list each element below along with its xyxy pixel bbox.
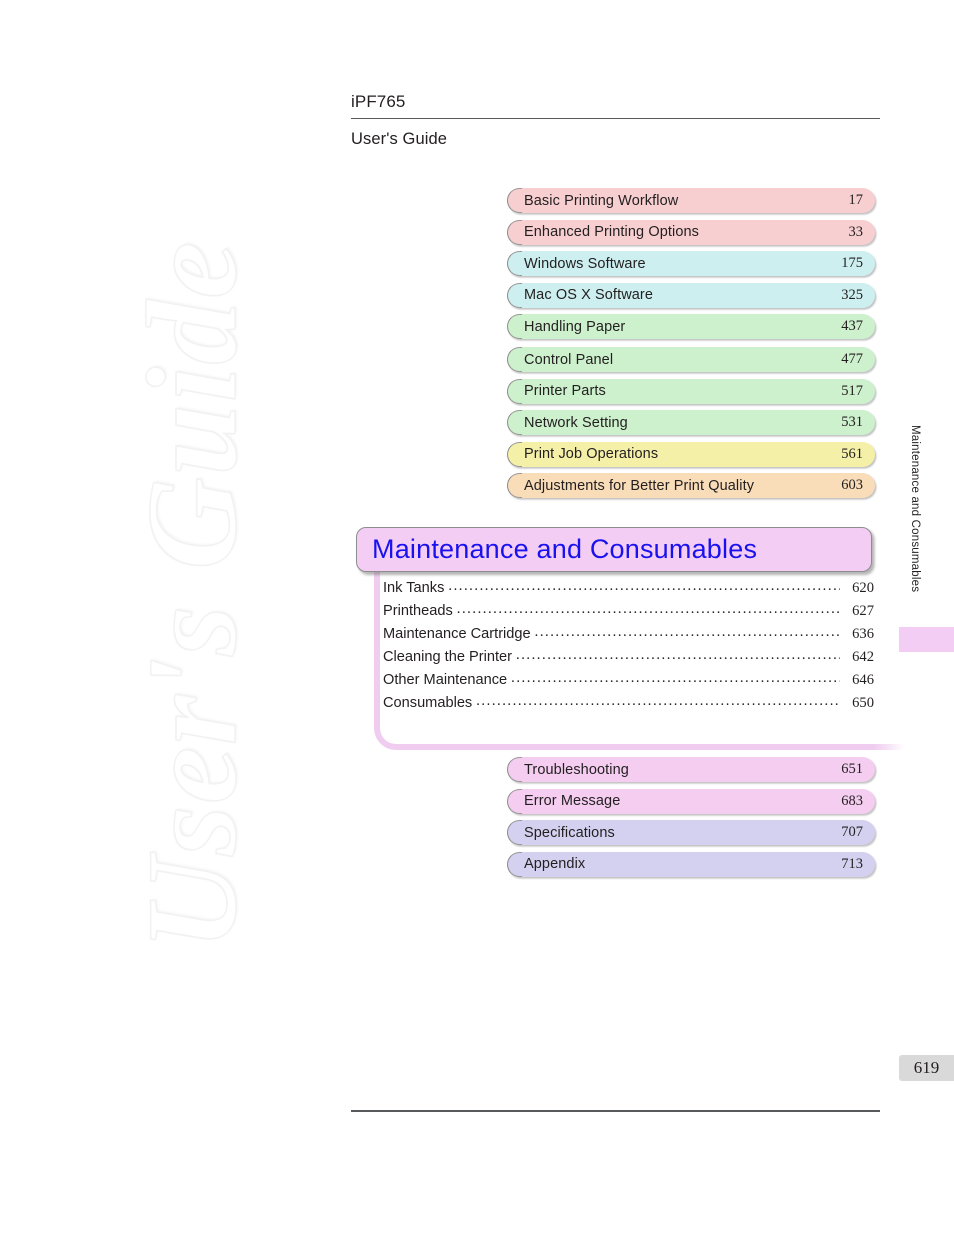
chapter-bar[interactable]: Print Job Operations 561 bbox=[507, 441, 875, 467]
chapter-group-middle: Control Panel 477 Printer Parts 517 Network … bbox=[507, 347, 875, 505]
side-tab: Maintenance and Consumables bbox=[902, 425, 928, 625]
toc-entry-page-number: 627 bbox=[852, 603, 874, 619]
chapter-bar-label: Enhanced Printing Options bbox=[524, 224, 699, 241]
chapter-bar-page-number: 437 bbox=[841, 318, 863, 335]
chapter-bar-label: Printer Parts bbox=[524, 383, 606, 400]
chapter-bar[interactable]: Troubleshooting 651 bbox=[507, 757, 875, 782]
side-tab-marker bbox=[899, 627, 954, 652]
chapter-bar-page-number: 477 bbox=[841, 351, 863, 367]
chapter-bar-label: Adjustments for Better Print Quality bbox=[524, 477, 755, 494]
chapter-bar-label: Error Message bbox=[524, 793, 621, 810]
chapter-bar-label: Print Job Operations bbox=[524, 446, 659, 463]
toc-entry-name: Ink Tanks bbox=[383, 580, 445, 596]
toc-entry[interactable]: Printheads..............................… bbox=[383, 601, 874, 626]
chapter-bar[interactable]: Windows Software 175 bbox=[507, 251, 875, 277]
chapter-bar[interactable]: Printer Parts 517 bbox=[507, 378, 875, 404]
toc-entry-page-number: 636 bbox=[852, 626, 874, 642]
chapter-bar-label: Specifications bbox=[524, 824, 615, 841]
toc-entry-name: Cleaning the Printer bbox=[383, 649, 512, 665]
current-chapter-section: Maintenance and Consumables Ink Tanks...… bbox=[356, 527, 904, 750]
chapter-bar-page-number: 325 bbox=[841, 286, 863, 303]
chapter-bar-page-number: 651 bbox=[841, 761, 863, 777]
chapter-bar-page-number: 713 bbox=[841, 855, 863, 872]
toc-entry-page-number: 642 bbox=[852, 649, 874, 665]
chapter-bar-page-number: 561 bbox=[841, 445, 863, 462]
chapter-bar-label: Control Panel bbox=[524, 351, 614, 368]
toc-dot-leader: ........................................… bbox=[456, 601, 840, 617]
toc-entry[interactable]: Consumables.............................… bbox=[383, 693, 874, 718]
chapter-bar[interactable]: Error Message 683 bbox=[507, 788, 875, 814]
chapter-bar-page-number: 603 bbox=[841, 477, 863, 494]
chapter-bar-page-number: 531 bbox=[841, 414, 863, 431]
toc-dot-leader: ........................................… bbox=[511, 670, 840, 686]
chapter-bar-label: Basic Printing Workflow bbox=[524, 192, 679, 209]
footer-divider bbox=[351, 1110, 880, 1112]
chapter-group-top: Basic Printing Workflow 17 Enhanced Printi… bbox=[507, 188, 875, 346]
chapter-bar-page-number: 517 bbox=[841, 382, 863, 399]
chapter-bar-label: Windows Software bbox=[524, 255, 646, 272]
current-chapter-bar[interactable]: Maintenance and Consumables bbox=[356, 527, 872, 572]
toc-dot-leader: ........................................… bbox=[534, 624, 840, 640]
toc-entry[interactable]: Ink Tanks...............................… bbox=[383, 578, 874, 603]
chapter-bar-page-number: 17 bbox=[848, 192, 864, 208]
chapter-bar[interactable]: Network Setting 531 bbox=[507, 410, 875, 436]
toc-entry-name: Printheads bbox=[383, 603, 453, 619]
side-tab-label: Maintenance and Consumables bbox=[909, 425, 921, 593]
chapter-bar[interactable]: Adjustments for Better Print Quality 603 bbox=[507, 473, 875, 499]
page-number-badge: 619 bbox=[899, 1055, 954, 1081]
chapter-bar[interactable]: Mac OS X Software 325 bbox=[507, 282, 875, 308]
page-number: 619 bbox=[913, 1058, 940, 1077]
printer-model: iPF765 bbox=[351, 92, 406, 111]
toc-dot-leader: ........................................… bbox=[476, 693, 840, 709]
toc-entry[interactable]: Maintenance Cartridge...................… bbox=[383, 624, 874, 649]
chapter-bar-label: Mac OS X Software bbox=[524, 287, 654, 304]
toc-entry[interactable]: Other Maintenance.......................… bbox=[383, 670, 874, 695]
toc-dot-leader: ........................................… bbox=[516, 647, 840, 663]
chapter-bar[interactable]: Control Panel 477 bbox=[507, 347, 875, 372]
toc-entry-name: Consumables bbox=[383, 695, 473, 711]
chapter-bar-page-number: 683 bbox=[841, 792, 863, 809]
chapter-bar-page-number: 33 bbox=[848, 223, 864, 240]
page-header: iPF765 User's Guide bbox=[351, 92, 880, 149]
toc-entry-page-number: 646 bbox=[852, 672, 874, 688]
chapter-bar[interactable]: Handling Paper 437 bbox=[507, 314, 875, 340]
chapter-bar[interactable]: Specifications 707 bbox=[507, 820, 875, 846]
chapter-toc-list: Ink Tanks...............................… bbox=[383, 578, 874, 718]
chapter-group-bottom: Troubleshooting 651 Error Message 683 Specif… bbox=[507, 757, 875, 883]
chapter-bar[interactable]: Basic Printing Workflow 17 bbox=[507, 188, 875, 213]
chapter-bar-label: Network Setting bbox=[524, 414, 628, 431]
chapter-bar[interactable]: Enhanced Printing Options 33 bbox=[507, 219, 875, 245]
toc-dot-leader: ........................................… bbox=[448, 578, 840, 594]
current-chapter-title: Maintenance and Consumables bbox=[372, 534, 758, 564]
chapter-bar-label: Troubleshooting bbox=[524, 761, 629, 778]
guide-title: User's Guide bbox=[351, 130, 448, 148]
chapter-bar-page-number: 707 bbox=[841, 824, 863, 841]
toc-entry-name: Maintenance Cartridge bbox=[383, 626, 531, 642]
chapter-bar-label: Appendix bbox=[524, 856, 586, 873]
toc-entry[interactable]: Cleaning the Printer....................… bbox=[383, 647, 874, 672]
toc-entry-page-number: 650 bbox=[852, 695, 874, 711]
chapter-bar[interactable]: Appendix 713 bbox=[507, 851, 875, 877]
chapter-bar-page-number: 175 bbox=[841, 255, 863, 272]
toc-entry-page-number: 620 bbox=[852, 580, 874, 596]
chapter-bar-label: Handling Paper bbox=[524, 318, 626, 335]
toc-entry-name: Other Maintenance bbox=[383, 672, 508, 688]
